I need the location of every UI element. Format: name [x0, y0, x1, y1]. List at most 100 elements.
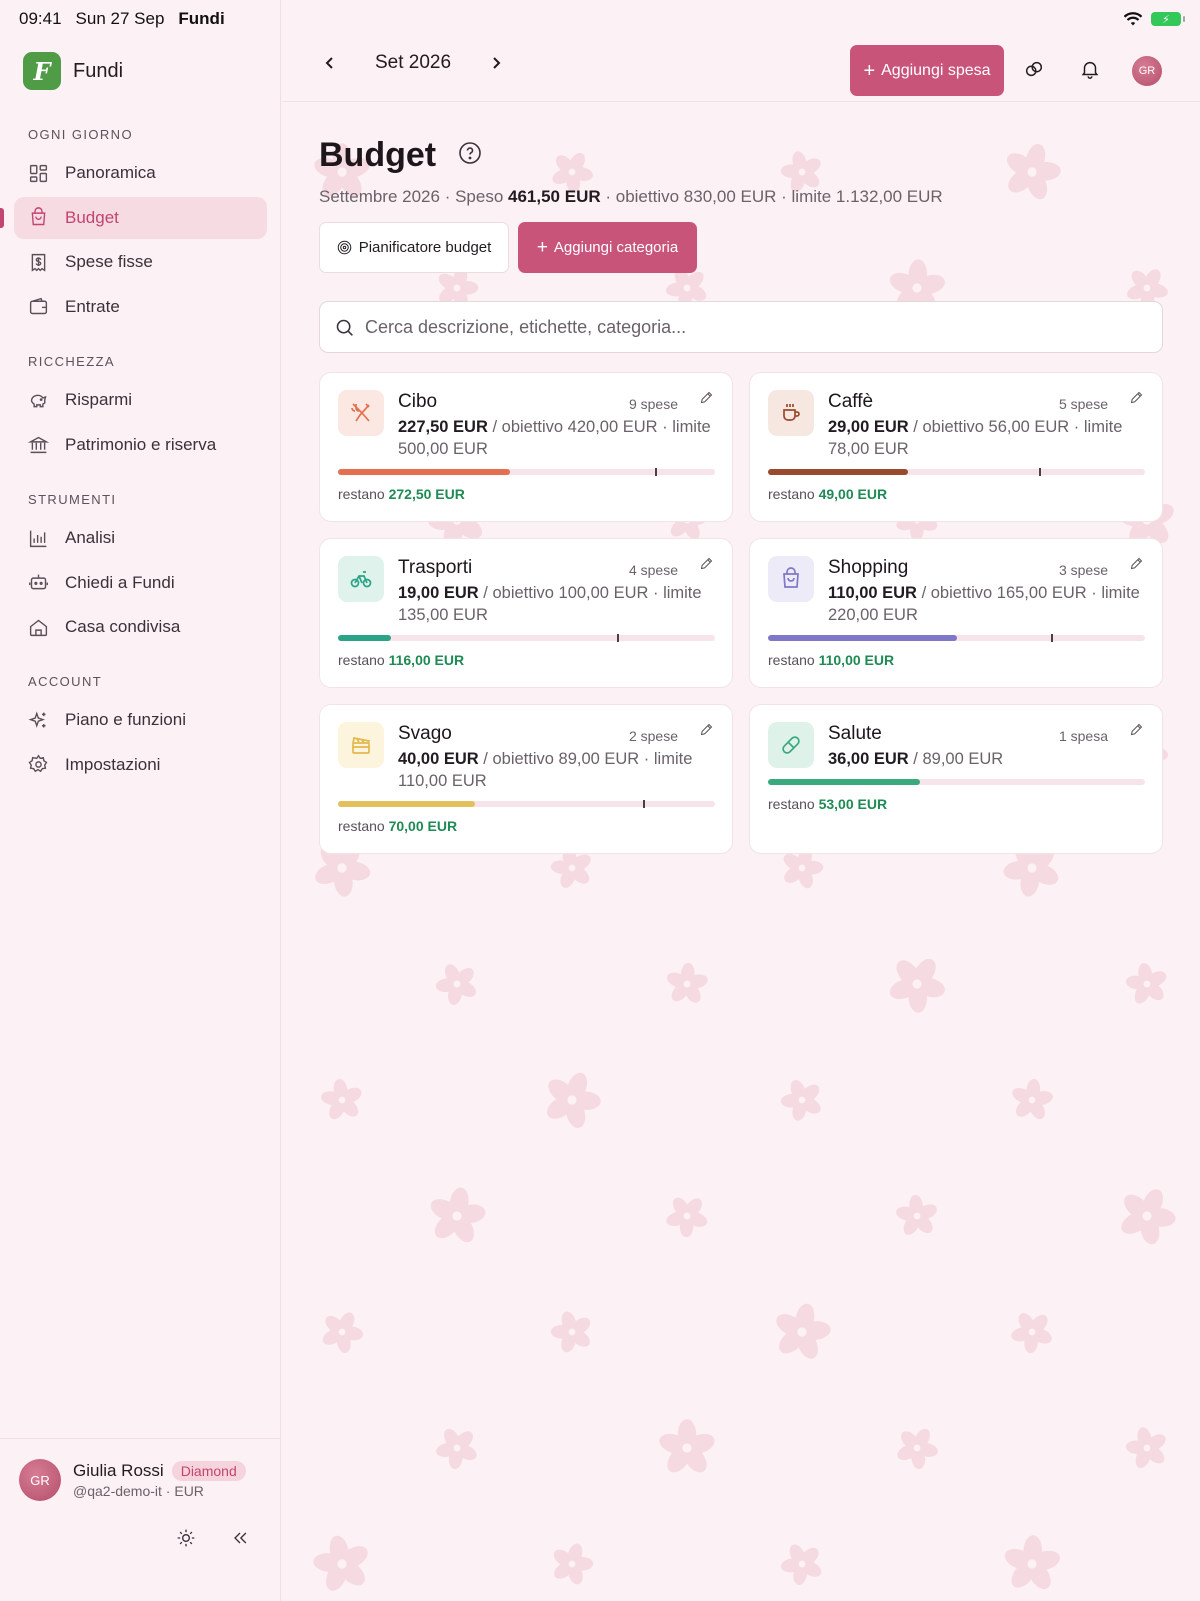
chevron-left-icon[interactable]	[322, 55, 338, 71]
sakura-blossom	[656, 1185, 718, 1247]
progress-bar	[338, 800, 715, 808]
sakura-blossom	[541, 1301, 603, 1363]
edit-button[interactable]	[1129, 556, 1144, 576]
sidebar-item-risparmi[interactable]: Risparmi	[14, 379, 267, 421]
plus-icon: +	[863, 59, 876, 82]
sakura-blossom	[302, 1523, 382, 1601]
target-marker	[1038, 468, 1041, 476]
avatar[interactable]: GR	[1132, 56, 1162, 86]
sakura-blossom	[1007, 1076, 1057, 1124]
category-grid: Cibo 9 spese 227,50 EUR / obiettivo 420,…	[319, 372, 1163, 854]
target-marker	[1050, 634, 1053, 642]
bicycle-icon	[350, 571, 372, 588]
category-icon-box	[768, 390, 814, 436]
sidebar-item-budget[interactable]: Budget	[0, 196, 267, 239]
user-handle: @qa2-demo-it · EUR	[73, 1483, 204, 1499]
category-card-caffe[interactable]: Caffè 5 spese 29,00 EUR / obiettivo 56,0…	[749, 372, 1163, 522]
sakura-blossom	[1000, 1533, 1064, 1595]
remaining-text: restano 53,00 EUR	[768, 796, 887, 812]
sidebar-item-spese-fisse[interactable]: Spese fisse	[14, 241, 267, 283]
sidebar-item-label: Piano e funzioni	[65, 710, 186, 729]
sidebar-item-piano[interactable]: Piano e funzioni	[14, 699, 267, 741]
expense-count: 3 spese	[1058, 562, 1108, 578]
grid-icon	[29, 164, 48, 182]
nav-section-tools: STRUMENTI Analisi Chiedi a Fundi Casa co…	[0, 489, 281, 651]
edit-button[interactable]	[1129, 390, 1144, 410]
notifications-button[interactable]	[1079, 58, 1103, 82]
link-button[interactable]	[1023, 58, 1047, 82]
user-name: Giulia Rossi	[73, 1461, 164, 1480]
sidebar-item-analisi[interactable]: Analisi	[14, 517, 267, 559]
sidebar-item-label: Panoramica	[65, 163, 156, 182]
progress-fill	[768, 635, 957, 641]
bot-icon	[29, 574, 48, 590]
battery-charging-icon: ⚡	[1151, 12, 1185, 26]
category-name: Svago	[398, 723, 452, 744]
current-month: Set 2026	[374, 52, 452, 73]
clapperboard-icon	[352, 736, 371, 754]
category-name: Shopping	[828, 557, 909, 578]
bell-icon	[1081, 61, 1099, 79]
progress-bar	[768, 468, 1145, 476]
sidebar-tools	[176, 1528, 250, 1548]
progress-fill	[338, 801, 476, 807]
spent-amount: 110,00 EUR	[828, 584, 917, 602]
brand[interactable]: F Fundi	[23, 52, 123, 90]
sun-icon[interactable]	[176, 1528, 196, 1548]
sakura-blossom	[995, 136, 1069, 208]
add-category-label: Aggiungi categoria	[553, 239, 679, 256]
month-navigator: Set 2026	[322, 52, 504, 74]
edit-button[interactable]	[1129, 722, 1144, 742]
remaining-label: restano	[768, 652, 815, 668]
category-card-trasporti[interactable]: Trasporti 4 spese 19,00 EUR / obiettivo …	[319, 538, 733, 688]
status-date: Sun 27 Sep	[75, 9, 165, 28]
category-card-shopping[interactable]: Shopping 3 spese 110,00 EUR / obiettivo …	[749, 538, 1163, 688]
category-card-cibo[interactable]: Cibo 9 spese 227,50 EUR / obiettivo 420,…	[319, 372, 733, 522]
category-icon-box	[338, 722, 384, 768]
receipt-icon	[31, 253, 46, 272]
chevron-right-icon[interactable]	[488, 55, 504, 71]
sakura-blossom	[422, 1182, 492, 1250]
pill-icon	[782, 736, 800, 754]
nav-section-wealth: RICCHEZZA Risparmi Patrimonio e riserva	[0, 351, 281, 468]
question-circle-icon	[459, 142, 481, 164]
help-button[interactable]	[458, 141, 482, 170]
sidebar-item-impostazioni[interactable]: Impostazioni	[14, 744, 267, 786]
add-category-button[interactable]: + Aggiungi categoria	[518, 222, 697, 273]
edit-button[interactable]	[699, 722, 714, 742]
sakura-blossom	[1117, 1417, 1177, 1479]
sakura-blossom	[1117, 954, 1177, 1014]
edit-button[interactable]	[699, 556, 714, 576]
pencil-icon	[1130, 723, 1143, 736]
sidebar-item-label: Spese fisse	[65, 252, 153, 272]
category-card-salute[interactable]: Salute 1 spesa 36,00 EUR / 89,00 EUR res…	[749, 704, 1163, 854]
sidebar-item-patrimonio[interactable]: Patrimonio e riserva	[14, 424, 267, 466]
sidebar-item-label: Entrate	[65, 296, 120, 316]
coffee-cup-icon	[783, 404, 800, 421]
category-name: Caffè	[828, 391, 874, 412]
search-input[interactable]	[365, 316, 1145, 338]
category-card-svago[interactable]: Svago 2 spese 40,00 EUR / obiettivo 89,0…	[319, 704, 733, 854]
budget-planner-button[interactable]: Pianificatore budget	[319, 222, 509, 273]
status-app-name: Fundi	[178, 9, 225, 28]
sparkle-icon	[28, 710, 46, 728]
sidebar-item-casa-condivisa[interactable]: Casa condivisa	[14, 606, 267, 648]
edit-button[interactable]	[699, 390, 714, 410]
sakura-blossom	[771, 1069, 833, 1131]
sidebar-item-chiedi-fundi[interactable]: Chiedi a Fundi	[14, 562, 267, 604]
target-limit-text: / 89,00 EUR	[908, 750, 1004, 768]
pencil-icon	[700, 391, 713, 404]
sidebar-item-entrate[interactable]: Entrate	[14, 286, 267, 328]
collapse-sidebar-icon[interactable]	[230, 1528, 250, 1548]
add-expense-button[interactable]: + Aggiungi spesa	[850, 45, 1004, 96]
nav-heading: STRUMENTI	[28, 492, 117, 507]
spent-amount: 36,00 EUR	[828, 750, 909, 768]
pencil-icon	[1130, 391, 1143, 404]
plus-icon: +	[536, 237, 548, 258]
remaining-label: restano	[338, 486, 385, 502]
sidebar-item-panoramica[interactable]: Panoramica	[14, 152, 267, 194]
remaining-text: restano 70,00 EUR	[338, 818, 457, 834]
user-profile[interactable]: GR Giulia Rossi Diamond @qa2-demo-it · E…	[0, 1438, 281, 1501]
remaining-amount: 110,00 EUR	[818, 652, 895, 668]
sidebar-item-label: Analisi	[65, 528, 116, 547]
